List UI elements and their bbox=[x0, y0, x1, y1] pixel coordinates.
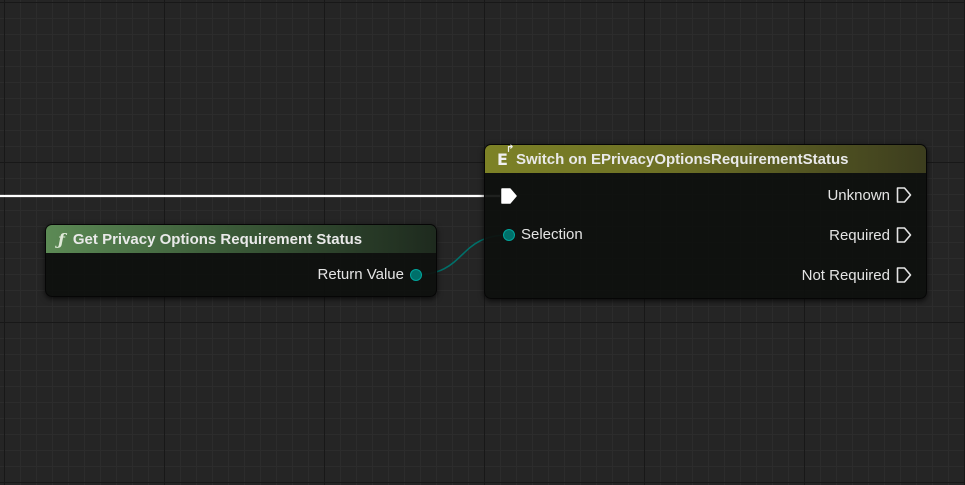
node-header[interactable]: ƒ Get Privacy Options Requirement Status bbox=[46, 225, 436, 253]
selection-pin-row[interactable]: Selection bbox=[503, 226, 583, 243]
unknown-pin-row[interactable]: Unknown bbox=[827, 186, 912, 204]
exec-input-pin[interactable] bbox=[501, 187, 517, 205]
required-pin-row[interactable]: Required bbox=[829, 226, 912, 244]
not-required-label: Not Required bbox=[801, 266, 890, 284]
return-value-label: Return Value bbox=[317, 266, 404, 283]
node-title: Get Privacy Options Requirement Status bbox=[72, 230, 363, 248]
return-value-pin-row[interactable]: Return Value bbox=[318, 266, 422, 283]
required-exec-pin[interactable] bbox=[896, 226, 912, 244]
selection-pin[interactable] bbox=[503, 228, 515, 241]
switch-on-enum-node[interactable]: E ↱ Switch on EPrivacyOptionsRequirementS… bbox=[484, 144, 927, 299]
node-title: Switch on EPrivacyOptionsRequirementStat… bbox=[515, 150, 849, 168]
unknown-label: Unknown bbox=[827, 186, 890, 204]
function-icon: ƒ bbox=[58, 229, 65, 249]
node-header[interactable]: E ↱ Switch on EPrivacyOptionsRequirementS… bbox=[485, 143, 926, 173]
not-required-exec-pin[interactable] bbox=[896, 266, 912, 284]
selection-label: Selection bbox=[521, 226, 583, 243]
switch-icon: E ↱ bbox=[497, 143, 515, 169]
unknown-exec-pin[interactable] bbox=[896, 186, 912, 204]
get-privacy-options-node[interactable]: ƒ Get Privacy Options Requirement Status… bbox=[45, 224, 437, 297]
not-required-pin-row[interactable]: Not Required bbox=[802, 266, 912, 284]
required-label: Required bbox=[829, 226, 890, 244]
return-value-pin[interactable] bbox=[410, 268, 422, 281]
